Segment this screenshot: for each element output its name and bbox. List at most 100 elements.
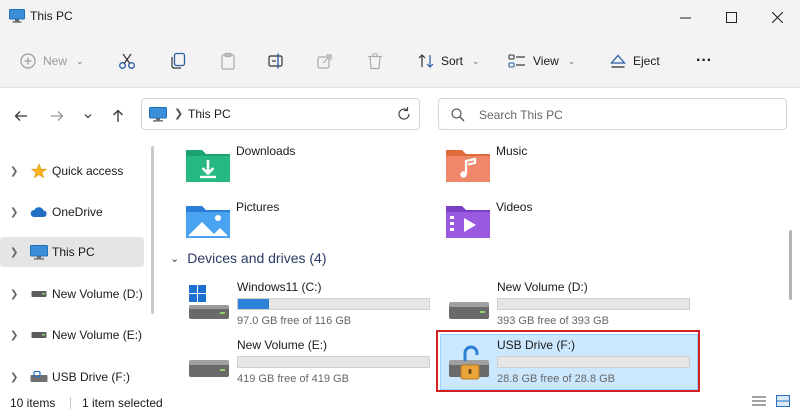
delete-button[interactable] [367, 46, 383, 76]
sidebar-item-quick-access[interactable]: ❯ Quick access [0, 156, 144, 186]
trash-icon [368, 53, 382, 69]
windows-drive-icon [189, 285, 229, 319]
scissors-icon [119, 53, 135, 69]
expand-chevron-icon[interactable]: ❯ [10, 166, 18, 177]
details-view-button[interactable] [752, 395, 766, 410]
selection-highlight-box [436, 330, 700, 392]
drive-usage-bar [237, 298, 430, 310]
details-view-icon [752, 396, 766, 406]
sidebar-item-label: Quick access [52, 164, 124, 178]
folder-name: Music [496, 144, 528, 158]
copy-button[interactable] [170, 46, 186, 76]
pc-icon [149, 107, 167, 125]
expand-chevron-icon[interactable]: ❯ [10, 330, 18, 341]
drive-icon [189, 360, 229, 377]
drive-free-space: 97.0 GB free of 116 GB [237, 315, 352, 327]
star-icon [30, 163, 48, 179]
rename-button[interactable] [268, 46, 286, 76]
drive-tile-d[interactable]: New Volume (D:) 393 GB free of 393 GB [440, 276, 698, 332]
drive-usage-bar [497, 298, 690, 310]
sidebar-item-new-volume-d[interactable]: ❯ New Volume (D:) [0, 279, 144, 309]
navigation-bar: ❯ This PC Search This PC [0, 88, 800, 140]
expand-chevron-icon[interactable]: ❯ [10, 372, 18, 383]
expand-chevron-icon[interactable]: ❯ [10, 247, 18, 258]
plus-circle-icon [20, 53, 36, 69]
share-button[interactable] [317, 46, 333, 76]
sidebar-item-usb-drive-f[interactable]: ❯ USB Drive (F:) [0, 362, 144, 392]
sidebar-item-label: New Volume (E:) [52, 328, 143, 342]
sort-icon [418, 54, 434, 68]
drive-name: New Volume (E:) [237, 338, 328, 352]
tiles-view-button[interactable] [776, 395, 790, 410]
folder-name: Videos [496, 200, 533, 214]
expand-chevron-icon[interactable]: ❯ [10, 207, 18, 218]
videos-folder-icon [446, 206, 490, 238]
close-button[interactable] [754, 0, 800, 34]
drive-icon [449, 302, 489, 319]
pc-icon [9, 9, 25, 26]
expand-chevron-icon[interactable]: ❯ [10, 289, 18, 300]
navigation-pane: ❯ Quick access ❯ OneDrive ❯ This PC ❯ Ne… [0, 140, 158, 392]
cut-button[interactable] [118, 46, 136, 76]
tiles-view-icon [776, 395, 790, 407]
pc-icon [30, 244, 48, 260]
chevron-down-icon: ⌄ [170, 252, 180, 265]
forward-button[interactable] [46, 105, 68, 127]
chevron-down-icon [84, 114, 92, 119]
drive-free-space: 419 GB free of 419 GB [237, 373, 349, 385]
title-bar: This PC [0, 0, 800, 34]
new-button[interactable]: New ⌄ [20, 46, 84, 76]
selection-info: 1 item selected [82, 396, 163, 410]
folder-tile-videos[interactable]: Videos [444, 196, 664, 246]
search-placeholder: Search This PC [479, 108, 563, 122]
sidebar-item-this-pc[interactable]: ❯ This PC [0, 237, 144, 267]
up-button[interactable] [107, 105, 129, 127]
content-area: Downloads Music Pictures Videos ⌄ Device… [160, 140, 790, 392]
chevron-down-icon: ⌄ [76, 55, 84, 66]
drive-tile-c[interactable]: Windows11 (C:) 97.0 GB free of 116 GB [180, 276, 438, 332]
refresh-button[interactable] [395, 105, 413, 126]
usb-drive-icon [30, 369, 48, 385]
devices-group-header[interactable]: ⌄ Devices and drives (4) [170, 250, 327, 266]
eject-button-label: Eject [633, 54, 660, 68]
arrow-left-icon [14, 111, 27, 121]
cloud-icon [30, 204, 48, 220]
more-options-button[interactable]: ··· [696, 46, 712, 76]
sort-button[interactable]: Sort ⌄ [418, 46, 480, 76]
drive-usage-fill [238, 299, 269, 309]
folder-name: Downloads [236, 144, 296, 158]
folder-tile-music[interactable]: Music [444, 140, 664, 190]
address-bar[interactable]: ❯ This PC [141, 98, 420, 130]
window-title: This PC [30, 9, 73, 23]
eject-button[interactable]: Eject [610, 46, 660, 76]
sidebar-item-label: OneDrive [52, 205, 103, 219]
chevron-down-icon: ⌄ [472, 55, 480, 66]
sidebar-scrollbar[interactable] [151, 146, 154, 314]
item-count: 10 items [10, 396, 56, 410]
view-button[interactable]: View ⌄ [508, 46, 575, 76]
drive-icon [30, 327, 48, 343]
back-button[interactable] [10, 105, 32, 127]
breadcrumb-separator-icon: ❯ [174, 108, 184, 120]
sidebar-item-new-volume-e[interactable]: ❯ New Volume (E:) [0, 320, 144, 350]
folder-tile-pictures[interactable]: Pictures [184, 196, 404, 246]
maximize-button[interactable] [708, 0, 754, 34]
folder-tile-downloads[interactable]: Downloads [184, 140, 404, 190]
folder-name: Pictures [236, 200, 280, 214]
arrow-right-icon [51, 111, 64, 121]
sidebar-item-label: USB Drive (F:) [52, 370, 130, 384]
sidebar-item-onedrive[interactable]: ❯ OneDrive [0, 197, 144, 227]
pictures-folder-icon [186, 206, 230, 238]
view-icon [508, 54, 525, 68]
search-box[interactable]: Search This PC [438, 98, 787, 130]
recent-locations-button[interactable] [77, 105, 99, 127]
clipboard-icon [221, 52, 235, 70]
content-scrollbar[interactable] [789, 230, 792, 300]
status-divider [70, 397, 71, 409]
paste-button[interactable] [220, 46, 236, 76]
breadcrumb-this-pc[interactable]: This PC [188, 107, 231, 121]
drive-tile-e[interactable]: New Volume (E:) 419 GB free of 419 GB [180, 334, 438, 390]
minimize-button[interactable] [662, 0, 708, 34]
drive-usage-bar [237, 356, 430, 368]
maximize-icon [725, 11, 737, 23]
